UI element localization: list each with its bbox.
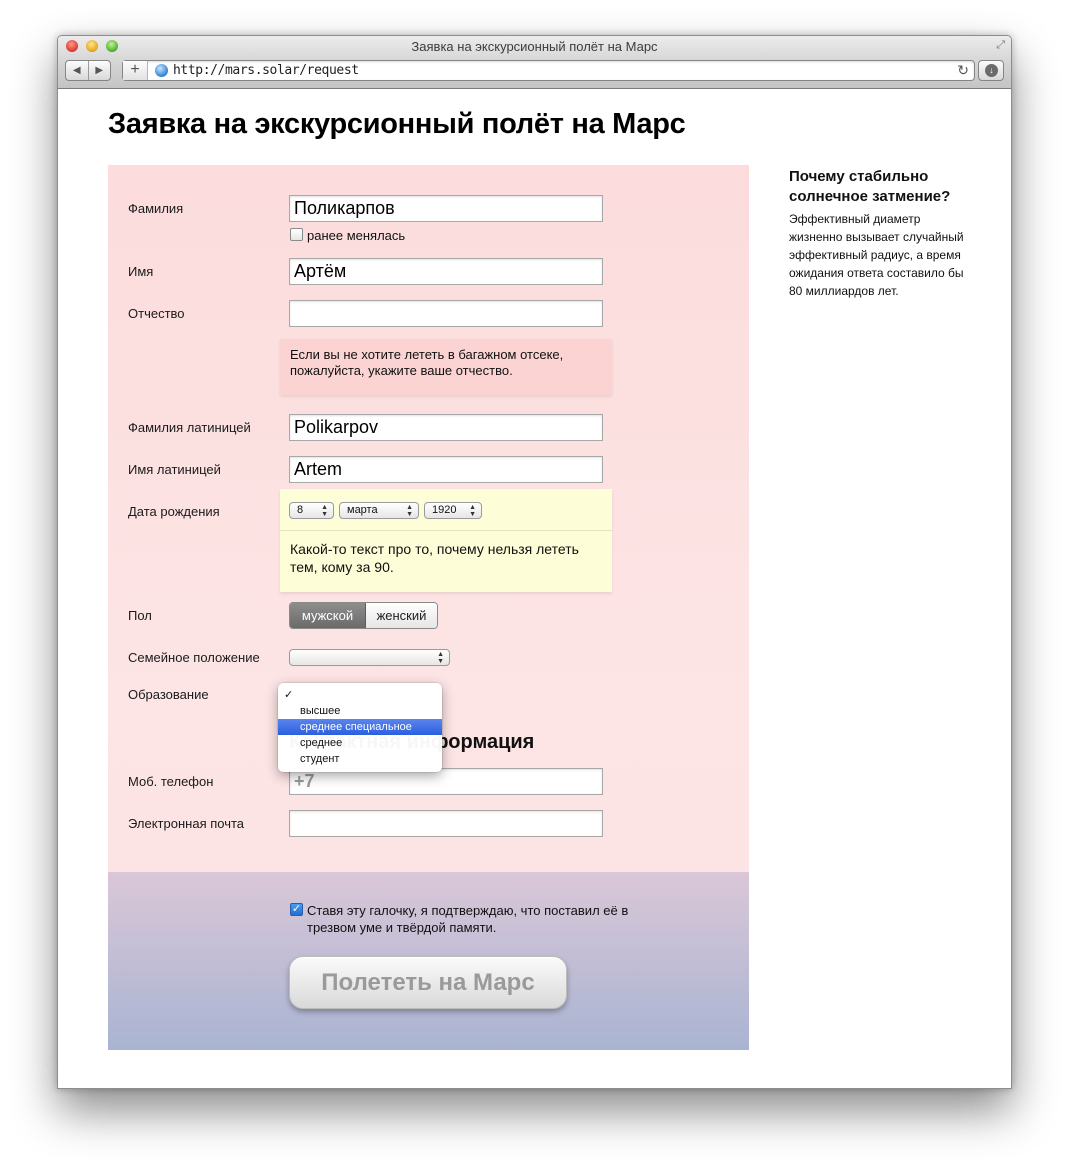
- patronymic-hint: Если вы не хотите лететь в багажном отсе…: [280, 339, 612, 395]
- birth-month-value: марта: [347, 504, 378, 516]
- browser-window: Заявка на экскурсионный полёт на Марс ⤢ …: [57, 35, 1012, 1089]
- browser-toolbar: Заявка на экскурсионный полёт на Марс ⤢ …: [58, 36, 1011, 89]
- birth-date-label: Дата рождения: [128, 504, 220, 519]
- surname-changed-checkbox[interactable]: [290, 228, 303, 241]
- select-arrows-icon: ▲ ▼: [437, 651, 444, 665]
- birth-day-value: 8: [297, 504, 304, 516]
- patronymic-label: Отчество: [128, 306, 185, 321]
- gender-option-female[interactable]: женский: [366, 603, 437, 628]
- select-arrows-icon: ▲ ▼: [469, 504, 476, 518]
- globe-icon: [155, 64, 168, 77]
- surname-input[interactable]: Поликарпов: [289, 195, 603, 222]
- email-input[interactable]: [289, 810, 603, 837]
- education-option-secondary[interactable]: среднее: [278, 735, 442, 751]
- birth-day-select[interactable]: 8 ▲ ▼: [289, 502, 334, 519]
- name-label: Имя: [128, 264, 154, 279]
- surname-latin-input[interactable]: Polikarpov: [289, 414, 603, 441]
- education-option-empty[interactable]: ✓: [278, 687, 442, 703]
- name-input[interactable]: Артём: [289, 258, 603, 285]
- education-option-student[interactable]: студент: [278, 751, 442, 767]
- name-latin-label: Имя латиницей: [128, 462, 221, 477]
- download-icon: ↓: [985, 64, 998, 77]
- sidebar-title: Почему стабильно солнечное затмение?: [789, 168, 951, 205]
- email-label: Электронная почта: [128, 816, 245, 831]
- education-option-higher[interactable]: высшее: [278, 703, 442, 719]
- surname-latin-label: Фамилия латиницей: [128, 420, 251, 435]
- hint-divider: [280, 530, 612, 531]
- name-latin-input[interactable]: Artem: [289, 456, 603, 483]
- page-title: Заявка на экскурсионный полёт на Марс: [108, 108, 686, 140]
- checkmark-icon: ✓: [284, 689, 294, 701]
- add-bookmark-icon[interactable]: +: [123, 61, 148, 80]
- age-hint-text: Какой-то текст про то, почему нельзя лет…: [290, 541, 579, 575]
- phone-input[interactable]: +7: [289, 768, 603, 795]
- education-option-vocational[interactable]: среднее специальное: [278, 719, 442, 735]
- sidebar-text: Эффективный диаметр жизненно вызывает сл…: [789, 212, 964, 298]
- birth-year-select[interactable]: 1920 ▲ ▼: [424, 502, 482, 519]
- gender-segmented-control: мужской женский: [289, 602, 438, 629]
- reload-icon[interactable]: ↻: [957, 62, 969, 79]
- url-text[interactable]: http://mars.solar/request: [173, 63, 359, 78]
- marital-status-select[interactable]: ▲ ▼: [289, 649, 450, 666]
- birth-year-value: 1920: [432, 504, 457, 516]
- patronymic-input[interactable]: [289, 300, 603, 327]
- address-bar[interactable]: + http://mars.solar/request ↻: [122, 60, 975, 81]
- select-arrows-icon: ▲ ▼: [321, 504, 328, 518]
- select-arrows-icon: ▲ ▼: [406, 504, 413, 518]
- phone-label: Моб. телефон: [128, 774, 214, 789]
- education-label: Образование: [128, 687, 209, 702]
- window-title: Заявка на экскурсионный полёт на Марс: [411, 39, 658, 54]
- fullscreen-icon[interactable]: ⤢: [996, 39, 1005, 52]
- confirm-label: Ставя эту галочку, я подтверждаю, что по…: [307, 903, 629, 935]
- gender-option-male[interactable]: мужской: [290, 603, 366, 628]
- page-content: Заявка на экскурсионный полёт на Марс Фа…: [58, 90, 1011, 1088]
- surname-label: Фамилия: [128, 201, 184, 216]
- marital-status-label: Семейное положение: [128, 650, 260, 665]
- request-form: Фамилия Поликарпов ранее менялась Имя Ар…: [108, 165, 749, 1050]
- surname-changed-label: ранее менялась: [307, 228, 406, 243]
- confirm-checkbox[interactable]: ✓: [290, 903, 303, 916]
- birth-month-select[interactable]: марта ▲ ▼: [339, 502, 419, 519]
- navigation-buttons: ◀ ▶: [65, 60, 111, 81]
- education-dropdown-menu: ✓ высшее среднее специальное среднее сту…: [278, 683, 442, 772]
- forward-icon[interactable]: ▶: [89, 61, 111, 80]
- downloads-button[interactable]: ↓: [978, 60, 1004, 81]
- gender-label: Пол: [128, 608, 152, 623]
- submit-button[interactable]: Полететь на Марс: [289, 956, 567, 1009]
- back-icon[interactable]: ◀: [66, 61, 89, 80]
